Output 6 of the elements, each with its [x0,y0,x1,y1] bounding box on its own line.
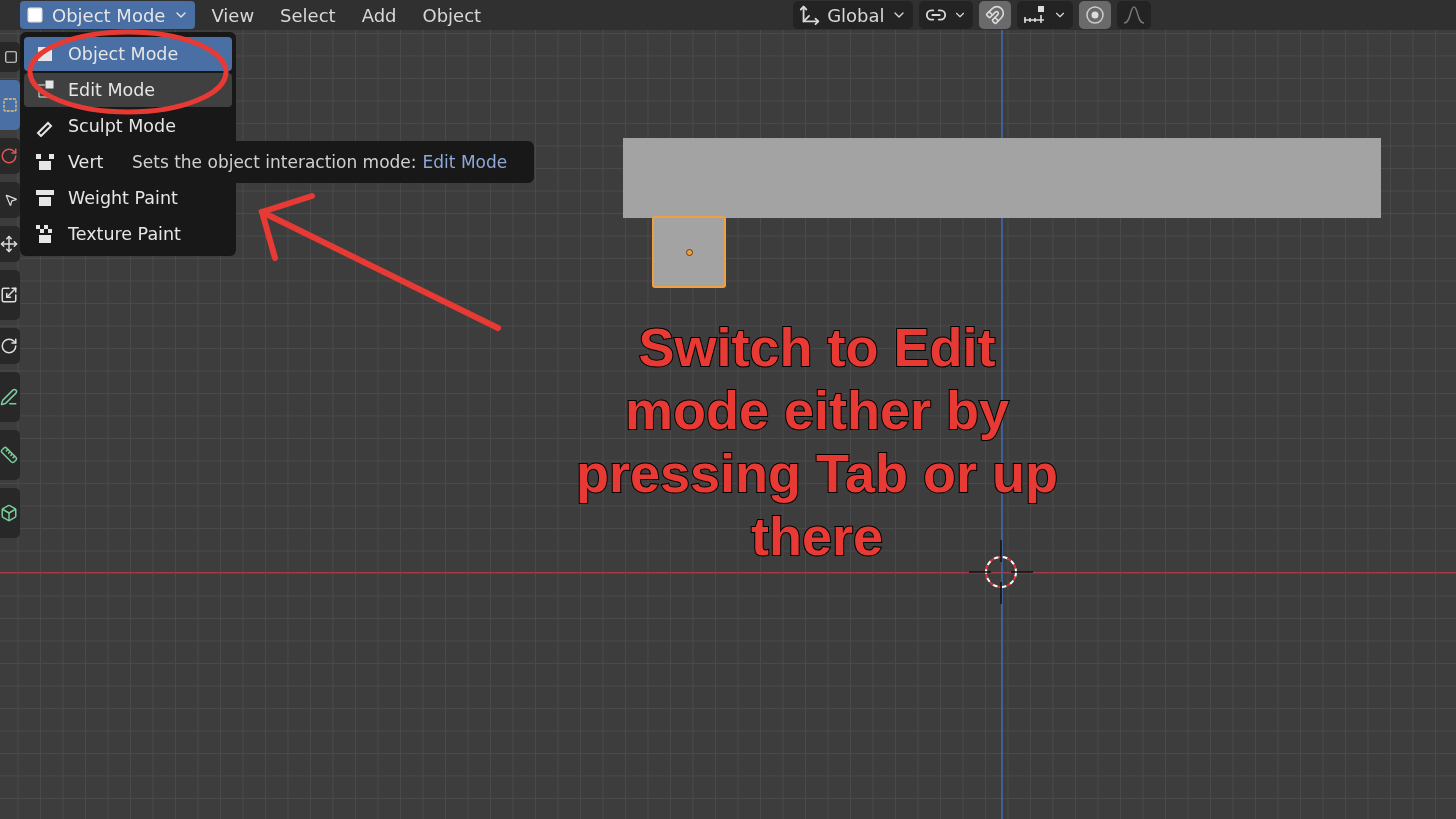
annotation-text: there [750,505,883,568]
tooltip-value: Edit Mode [422,152,508,172]
annotation-text: mode either by [624,379,1010,442]
annotation-text: pressing Tab or up [575,442,1058,505]
annotation-text: Switch to Edit [638,316,996,379]
tooltip-text: Sets the object interaction mode: [132,152,417,172]
